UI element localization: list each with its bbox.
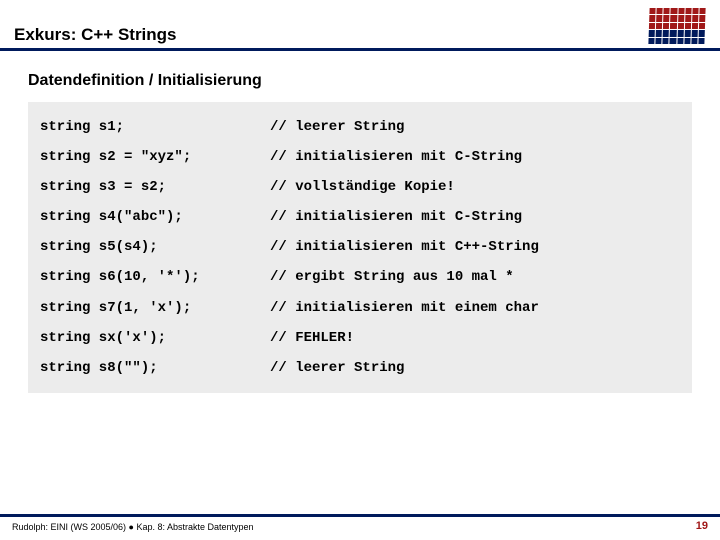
code-text: string s3 = s2; bbox=[40, 172, 270, 202]
content-area: Datendefinition / Initialisierung string… bbox=[0, 56, 720, 393]
code-comment: // vollständige Kopie! bbox=[270, 172, 680, 202]
page-title: Exkurs: C++ Strings bbox=[14, 25, 177, 45]
code-text: string s5(s4); bbox=[40, 232, 270, 262]
code-comment: // leerer String bbox=[270, 112, 680, 142]
code-comment: // initialisieren mit C++-String bbox=[270, 232, 680, 262]
code-row: string s3 = s2;// vollständige Kopie! bbox=[40, 172, 680, 202]
page-number: 19 bbox=[696, 520, 708, 532]
code-row: string s5(s4);// initialisieren mit C++-… bbox=[40, 232, 680, 262]
code-comment: // ergibt String aus 10 mal * bbox=[270, 262, 680, 292]
code-row: string sx('x');// FEHLER! bbox=[40, 323, 680, 353]
code-text: string s4("abc"); bbox=[40, 202, 270, 232]
code-text: string s6(10, '*'); bbox=[40, 262, 270, 292]
code-row: string s1;// leerer String bbox=[40, 112, 680, 142]
code-comment: // initialisieren mit einem char bbox=[270, 293, 680, 323]
code-row: string s7(1, 'x');// initialisieren mit … bbox=[40, 293, 680, 323]
subtitle: Datendefinition / Initialisierung bbox=[28, 72, 692, 90]
code-row: string s2 = "xyz";// initialisieren mit … bbox=[40, 142, 680, 172]
code-row: string s8("");// leerer String bbox=[40, 353, 680, 383]
code-comment: // initialisieren mit C-String bbox=[270, 202, 680, 232]
footer-text: Rudolph: EINI (WS 2005/06) ● Kap. 8: Abs… bbox=[12, 522, 254, 532]
logo-icon bbox=[648, 8, 705, 44]
code-comment: // FEHLER! bbox=[270, 323, 680, 353]
code-block: string s1;// leerer String string s2 = "… bbox=[28, 102, 692, 393]
code-text: string s8(""); bbox=[40, 353, 270, 383]
header-area: Exkurs: C++ Strings bbox=[0, 0, 720, 56]
code-comment: // leerer String bbox=[270, 353, 680, 383]
code-text: string s1; bbox=[40, 112, 270, 142]
code-row: string s4("abc");// initialisieren mit C… bbox=[40, 202, 680, 232]
title-underline bbox=[0, 48, 720, 51]
footer: Rudolph: EINI (WS 2005/06) ● Kap. 8: Abs… bbox=[0, 514, 720, 532]
code-row: string s6(10, '*');// ergibt String aus … bbox=[40, 262, 680, 292]
code-text: string s2 = "xyz"; bbox=[40, 142, 270, 172]
code-text: string s7(1, 'x'); bbox=[40, 293, 270, 323]
code-text: string sx('x'); bbox=[40, 323, 270, 353]
code-comment: // initialisieren mit C-String bbox=[270, 142, 680, 172]
